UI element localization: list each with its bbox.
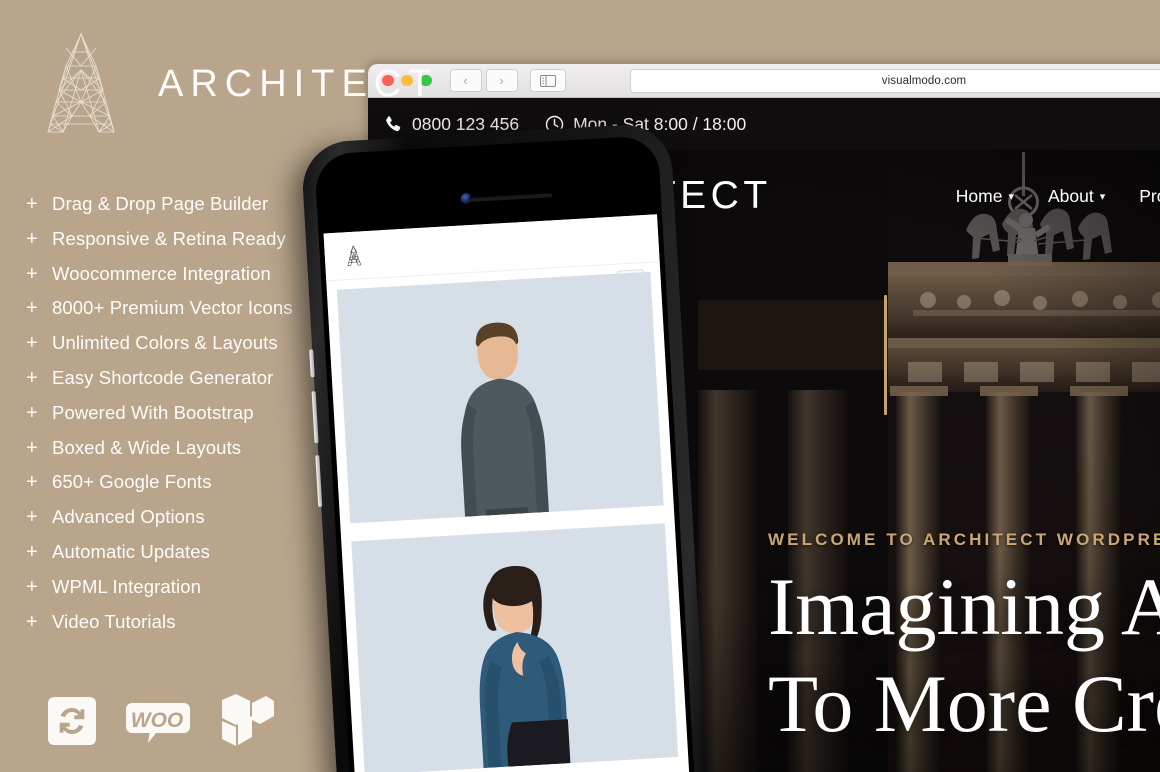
feature-item: +650+ Google Fonts	[26, 471, 366, 506]
automatic-updates-icon	[48, 697, 96, 750]
feature-label: Unlimited Colors & Layouts	[52, 332, 278, 354]
promo-panel: ARCHITECT + Drag & Drop Page Builder + Resp…	[0, 0, 431, 772]
plus-icon: +	[26, 540, 38, 563]
back-button[interactable]: ‹	[449, 69, 482, 92]
hero-title-line1: Imagining A Way	[768, 561, 1160, 652]
feature-label: Woocommerce Integration	[52, 262, 271, 284]
plus-icon: +	[26, 506, 38, 529]
team-photo-female[interactable]	[351, 523, 679, 772]
svg-text:WOO: WOO	[131, 709, 184, 732]
wireframe-a-logo	[47, 32, 115, 133]
feature-label: Boxed & Wide Layouts	[52, 436, 242, 458]
feature-label: Easy Shortcode Generator	[52, 366, 274, 388]
plus-icon: +	[26, 436, 38, 459]
plus-icon: +	[26, 401, 38, 424]
hero-kicker: WELCOME TO ARCHITECT WORDPRESS THEME	[768, 530, 1160, 549]
plus-icon: +	[26, 471, 38, 494]
woocommerce-icon: WOO	[126, 697, 190, 750]
chevron-down-icon: ▾	[1008, 190, 1014, 203]
feature-label: Drag & Drop Page Builder	[52, 193, 269, 214]
plus-icon: +	[26, 366, 38, 389]
nav-item-label: About	[1047, 185, 1094, 206]
plus-icon: +	[26, 227, 38, 250]
feature-label: Video Tutorials	[52, 610, 176, 632]
mobile-site-header	[323, 214, 660, 282]
url-text: visualmodo.com	[881, 74, 967, 87]
plus-icon: +	[26, 262, 38, 285]
feature-label: Advanced Options	[52, 506, 205, 528]
gold-accent-line-top	[884, 295, 887, 415]
plus-icon: +	[26, 575, 38, 598]
browser-chrome: ‹ › visualmodo.com	[368, 64, 1160, 98]
badge-row: WOO	[48, 694, 276, 753]
phone-mockup	[300, 122, 710, 772]
nav-item-label: Projects	[1139, 185, 1160, 206]
hero-text: WELCOME TO ARCHITECT WORDPRESS THEME Ima…	[768, 530, 1160, 750]
nav-item-about[interactable]: About ▾	[1048, 186, 1105, 207]
phone-bezel	[313, 135, 698, 772]
nav-buttons[interactable]: ‹ ›	[449, 69, 518, 92]
feature-label: WPML Integration	[52, 575, 201, 597]
wireframe-a-logo-small[interactable]	[342, 243, 365, 268]
nav-item-home[interactable]: Home ▾	[956, 186, 1014, 207]
feature-item: + Advanced Options	[26, 506, 366, 541]
plus-icon: +	[26, 332, 38, 355]
forward-button[interactable]: ›	[485, 69, 518, 92]
chevron-down-icon: ▾	[1099, 190, 1106, 203]
feature-item: + Automatic Updates	[26, 541, 366, 576]
sidebar-toggle-icon[interactable]	[529, 69, 566, 92]
phone-screen	[323, 214, 693, 772]
nav-item-projects[interactable]: Projects▾	[1139, 186, 1160, 207]
earpiece-speaker	[468, 192, 553, 203]
nav-item-label: Home	[955, 185, 1003, 206]
feature-label: Powered With Bootstrap	[52, 401, 254, 423]
plus-icon: +	[26, 297, 38, 320]
hero-title-line2: To More Creative	[768, 658, 1160, 750]
plus-icon: +	[26, 610, 38, 633]
address-bar[interactable]: visualmodo.com	[630, 68, 1160, 93]
plus-icon: +	[26, 193, 38, 215]
feature-label: 8000+ Premium Vector Icons	[52, 297, 293, 319]
feature-label: Automatic Updates	[52, 540, 211, 562]
team-photo-male[interactable]	[336, 271, 664, 524]
brand-logo-block: ARCHITECT	[26, 28, 438, 140]
brand-wordmark: ARCHITECT	[158, 63, 439, 105]
feature-label: 650+ Google Fonts	[52, 471, 212, 493]
feature-item: + Video Tutorials	[26, 611, 366, 646]
feature-label: Responsive & Retina Ready	[52, 227, 286, 249]
feature-item: + WPML Integration	[26, 576, 366, 611]
visual-composer-icon	[220, 694, 276, 753]
screenshot-stage: ARCHITECT + Drag & Drop Page Builder + Resp…	[0, 0, 1160, 772]
site-menu: Home ▾ About ▾ Projects▾	[956, 186, 1160, 207]
